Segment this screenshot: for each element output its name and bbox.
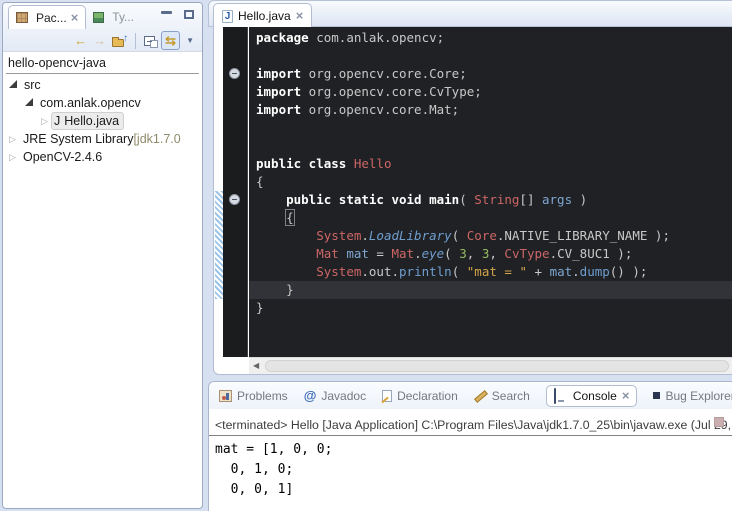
tree-item-label: src [24, 78, 41, 92]
package-explorer-panel: Pac... × Ty... ← → ↑ ⇆ ▼ hello-opencv [2, 2, 203, 509]
close-icon[interactable]: × [296, 11, 304, 21]
code-line: System.out.println( "mat = " + mat.dump(… [256, 263, 670, 281]
view-menu-icon[interactable]: ▼ [186, 34, 194, 48]
fold-collapse-icon[interactable] [229, 68, 240, 79]
project-tree: hello-opencv-java src com.anlak.opencv ▷ JH… [3, 52, 202, 166]
fold-collapse-icon[interactable] [229, 194, 240, 205]
tree-item-decoration: [jdk1.7.0 [133, 132, 180, 146]
close-icon[interactable]: × [622, 391, 630, 401]
toolbar-separator [135, 33, 136, 49]
collapsed-arrow-icon[interactable]: ▷ [9, 134, 16, 145]
tab-declaration[interactable]: Declaration [382, 389, 458, 403]
code-line [256, 137, 670, 155]
editor-tab-label: Hello.java [238, 9, 291, 23]
tree-item-jre-system-library[interactable]: ▷ JRE System Library [jdk1.7.0 [3, 130, 202, 148]
tab-type-hierarchy[interactable]: Ty... [86, 5, 141, 29]
package-explorer-toolbar: ← → ↑ ⇆ ▼ [3, 29, 202, 52]
tree-item-opencv-2-4-6[interactable]: ▷ OpenCV-2.4.6 [3, 148, 202, 166]
minimize-view-icon[interactable] [161, 11, 172, 14]
editor-tabbar: J Hello.java × [208, 0, 732, 27]
tree-item-hello-java[interactable]: ▷ J Hello.java [3, 112, 202, 130]
source-code: package com.anlak.opencv; import org.open… [256, 29, 670, 317]
tree-item-label: OpenCV-2.4.6 [23, 150, 102, 164]
tree-item-src[interactable]: src [3, 76, 202, 94]
code-line: { [256, 173, 670, 191]
tree-separator [6, 73, 199, 74]
console-view: <terminated> Hello [Java Application] C:… [209, 409, 732, 511]
tab-label: Search [492, 389, 530, 403]
code-line: public class Hello [256, 155, 670, 173]
collapse-all-icon[interactable] [144, 36, 155, 46]
tab-type-hierarchy-label: Ty... [112, 10, 134, 24]
tab-label: Bug Explorer [665, 389, 732, 403]
search-icon [474, 389, 487, 402]
tab-label: Javadoc [321, 389, 366, 403]
collapsed-arrow-icon[interactable]: ▷ [41, 116, 48, 127]
code-line: Mat mat = Mat.eye( 3, 3, CvType.CV_8UC1 … [256, 245, 670, 263]
code-line: import org.opencv.core.Mat; [256, 101, 670, 119]
java-file-icon: J [54, 114, 60, 128]
tab-search[interactable]: Search [474, 389, 530, 403]
tab-javadoc[interactable]: @ Javadoc [304, 388, 366, 403]
code-line: import org.opencv.core.Core; [256, 65, 670, 83]
problems-icon [219, 390, 232, 402]
folding-margin[interactable] [223, 27, 248, 357]
code-line: } [256, 299, 670, 317]
console-panel: Problems @ Javadoc Declaration Search Console… [208, 381, 732, 511]
code-line: public static void main( String[] args ) [256, 191, 670, 209]
console-toolbar-button[interactable] [714, 417, 724, 427]
tab-label: Console [573, 389, 617, 403]
code-editor[interactable]: package com.anlak.opencv; import org.open… [249, 27, 732, 357]
code-line: { [256, 209, 670, 227]
tree-item-com-anlak-opencv[interactable]: com.anlak.opencv [3, 94, 202, 112]
console-icon [554, 389, 568, 402]
back-icon[interactable]: ← [74, 34, 87, 48]
tab-problems[interactable]: Problems [219, 389, 288, 403]
package-explorer-tabbar: Pac... × Ty... [3, 3, 202, 29]
collapsed-arrow-icon[interactable]: ▷ [9, 152, 16, 163]
type-hierarchy-icon [93, 12, 104, 23]
console-output[interactable]: mat = [1, 0, 0; 0, 1, 0; 0, 0, 1] [209, 436, 732, 500]
tab-package-explorer-label: Pac... [36, 11, 67, 25]
editor-tab-hello-java[interactable]: J Hello.java × [213, 3, 312, 28]
tab-bug-explorer[interactable]: Bug Explorer [653, 389, 732, 403]
scrollbar-thumb[interactable] [265, 360, 729, 372]
tab-package-explorer[interactable]: Pac... × [8, 5, 86, 29]
code-line: } [256, 281, 670, 299]
up-icon[interactable]: ↑ [112, 35, 127, 47]
code-line: package com.anlak.opencv; [256, 29, 670, 47]
package-explorer-header: Pac... × Ty... ← → ↑ ⇆ ▼ [3, 3, 202, 52]
declaration-icon [382, 390, 392, 402]
editor-area: J Hello.java × package com.anlak.opencv;… [208, 0, 732, 378]
tab-label: Problems [237, 389, 288, 403]
code-line: System.LoadLibrary( Core.NATIVE_LIBRARY_… [256, 227, 670, 245]
tab-label: Declaration [397, 389, 458, 403]
bug-square-icon [653, 392, 660, 399]
code-line [256, 47, 670, 65]
close-icon[interactable]: × [71, 13, 79, 23]
forward-icon[interactable]: → [93, 34, 106, 48]
tree-item-label: Hello.java [64, 114, 119, 128]
maximize-view-icon[interactable] [184, 10, 194, 19]
code-line: import org.opencv.core.CvType; [256, 83, 670, 101]
editor-frame: package com.anlak.opencv; import org.open… [213, 27, 732, 375]
tree-item-label: com.anlak.opencv [40, 96, 141, 110]
horizontal-scrollbar[interactable]: ◀ [249, 357, 732, 374]
expanded-arrow-icon[interactable] [25, 98, 33, 106]
tree-item-label: JRE System Library [23, 132, 133, 146]
tree-root-project[interactable]: hello-opencv-java [3, 55, 202, 72]
javadoc-icon: @ [304, 388, 317, 403]
link-with-editor-icon[interactable]: ⇆ [161, 31, 180, 50]
package-explorer-icon [16, 12, 28, 23]
java-file-icon: J [222, 10, 233, 23]
scroll-left-arrow-icon[interactable]: ◀ [253, 361, 259, 370]
code-line [256, 119, 670, 137]
console-status-line: <terminated> Hello [Java Application] C:… [209, 409, 732, 436]
expanded-arrow-icon[interactable] [9, 80, 17, 88]
annotation-ruler[interactable] [214, 27, 223, 357]
tab-console[interactable]: Console × [546, 385, 638, 407]
bottom-view-tabbar: Problems @ Javadoc Declaration Search Console… [209, 382, 732, 409]
range-indicator [215, 191, 223, 299]
